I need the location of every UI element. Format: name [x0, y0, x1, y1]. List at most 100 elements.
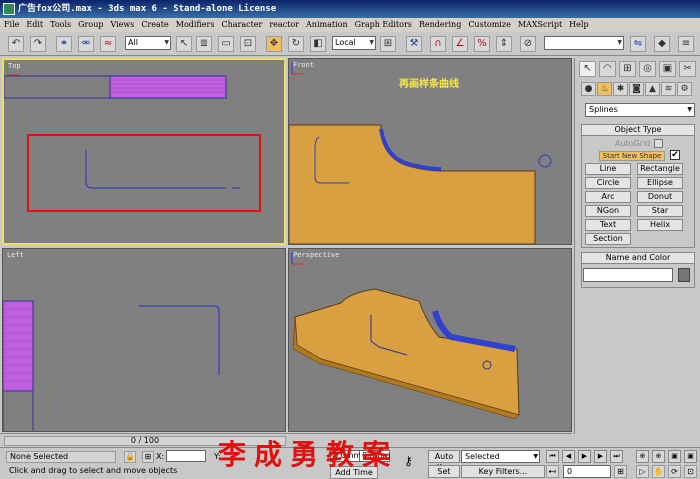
percent-snap-icon[interactable]: %: [474, 36, 490, 52]
reference-coordinate-dropdown[interactable]: Local: [332, 36, 376, 50]
object-color-swatch[interactable]: [678, 268, 690, 282]
star-button[interactable]: Star: [637, 205, 683, 217]
layer-manager-icon[interactable]: ≡: [678, 36, 694, 52]
line-button[interactable]: Line: [585, 163, 631, 175]
zoom-extents-all-icon[interactable]: ▣: [684, 450, 697, 463]
pivot-center-icon[interactable]: ⊞: [380, 36, 396, 52]
display-tab-icon[interactable]: ▣: [659, 61, 676, 77]
motion-tab-icon[interactable]: ◎: [639, 61, 656, 77]
time-configuration-icon[interactable]: ⊞: [614, 465, 627, 478]
bind-to-space-warp-icon[interactable]: ≈: [100, 36, 116, 52]
selection-filter-dropdown[interactable]: All: [125, 36, 171, 50]
menu-create[interactable]: Create: [141, 18, 168, 32]
select-and-scale-icon[interactable]: ◧: [310, 36, 326, 52]
menu-group[interactable]: Group: [78, 18, 103, 32]
menu-animation[interactable]: Animation: [306, 18, 348, 32]
key-filters-button[interactable]: Key Filters...: [461, 465, 545, 478]
menu-file[interactable]: File: [4, 18, 19, 32]
viewport-left[interactable]: Left: [2, 248, 286, 432]
go-to-end-icon[interactable]: ⏭: [610, 450, 623, 463]
text-button[interactable]: Text: [585, 219, 631, 231]
maximize-viewport-icon[interactable]: ⊡: [684, 465, 697, 478]
circle-button[interactable]: Circle: [585, 177, 631, 189]
donut-button[interactable]: Donut: [637, 191, 683, 203]
menu-character[interactable]: Character: [221, 18, 262, 32]
zoom-icon[interactable]: ⊕: [636, 450, 649, 463]
key-mode-dropdown[interactable]: Selected: [461, 450, 540, 463]
pan-icon[interactable]: ✋: [652, 465, 665, 478]
play-icon[interactable]: ▶: [578, 450, 591, 463]
helpers-icon[interactable]: ▲: [645, 82, 660, 96]
select-and-move-icon[interactable]: ✥: [266, 36, 282, 52]
next-frame-icon[interactable]: ▶: [594, 450, 607, 463]
start-new-shape-button[interactable]: Start New Shape: [599, 151, 665, 161]
select-object-icon[interactable]: ↖: [176, 36, 192, 52]
menu-help[interactable]: Help: [569, 18, 588, 32]
spinner-snap-icon[interactable]: ⇕: [496, 36, 512, 52]
unlink-icon[interactable]: ⚮: [78, 36, 94, 52]
menu-modifiers[interactable]: Modifiers: [176, 18, 215, 32]
menu-graph-editors[interactable]: Graph Editors: [355, 18, 412, 32]
select-and-rotate-icon[interactable]: ↻: [288, 36, 304, 52]
field-of-view-icon[interactable]: ▷: [636, 465, 649, 478]
systems-icon[interactable]: ⚙: [677, 82, 692, 96]
create-tab-icon[interactable]: ↖: [579, 61, 596, 77]
named-selection-icon[interactable]: ⊘: [520, 36, 536, 52]
absolute-mode-icon[interactable]: ⊞: [142, 451, 154, 463]
window-crossing-icon[interactable]: ⊡: [240, 36, 256, 52]
snaps-toggle-icon[interactable]: ∩: [430, 36, 446, 52]
undo-icon[interactable]: ↶: [8, 36, 24, 52]
menu-reactor[interactable]: reactor: [269, 18, 299, 32]
space-warps-icon[interactable]: ≋: [661, 82, 676, 96]
section-button[interactable]: Section: [585, 233, 631, 245]
lock-selection-icon[interactable]: 🔒: [124, 451, 136, 463]
zoom-all-icon[interactable]: ⊕: [652, 450, 665, 463]
previous-frame-icon[interactable]: ◀: [562, 450, 575, 463]
hierarchy-tab-icon[interactable]: ⊞: [619, 61, 636, 77]
modify-tab-icon[interactable]: ◠: [599, 61, 616, 77]
arc-rotate-icon[interactable]: ⟳: [668, 465, 681, 478]
menu-tools[interactable]: Tools: [50, 18, 71, 32]
angle-snap-icon[interactable]: ∠: [452, 36, 468, 52]
start-new-shape-checkbox[interactable]: ✔: [670, 150, 680, 160]
zoom-extents-icon[interactable]: ▣: [668, 450, 681, 463]
arc-button[interactable]: Arc: [585, 191, 631, 203]
menu-views[interactable]: Views: [110, 18, 134, 32]
object-type-rollout-header[interactable]: Object Type: [581, 124, 695, 136]
go-to-start-icon[interactable]: ⏮: [546, 450, 559, 463]
utilities-tab-icon[interactable]: ✂: [679, 61, 696, 77]
autogrid-checkbox[interactable]: [654, 139, 663, 148]
menu-rendering[interactable]: Rendering: [419, 18, 461, 32]
select-by-name-icon[interactable]: ≣: [196, 36, 212, 52]
menu-customize[interactable]: Customize: [468, 18, 511, 32]
named-selection-sets-dropdown[interactable]: [544, 36, 624, 50]
set-key-button[interactable]: Set Key: [428, 465, 460, 479]
key-mode-toggle-icon[interactable]: ⊷: [546, 465, 559, 478]
object-name-field[interactable]: [583, 268, 673, 282]
shape-category-dropdown[interactable]: Splines: [585, 103, 695, 117]
viewport-perspective[interactable]: Perspective: [288, 248, 572, 432]
geometry-icon[interactable]: ●: [581, 82, 596, 96]
lights-icon[interactable]: ✱: [613, 82, 628, 96]
cameras-icon[interactable]: ◙: [629, 82, 644, 96]
select-and-manipulate-icon[interactable]: ⚒: [406, 36, 422, 52]
shapes-icon[interactable]: ♨: [597, 82, 612, 96]
ellipse-button[interactable]: Ellipse: [637, 177, 683, 189]
helix-button[interactable]: Helix: [637, 219, 683, 231]
select-and-link-icon[interactable]: ⚭: [56, 36, 72, 52]
redo-icon[interactable]: ↷: [30, 36, 46, 52]
x-coord-field[interactable]: [166, 450, 206, 462]
rectangle-button[interactable]: Rectangle: [637, 163, 683, 175]
menu-edit[interactable]: Edit: [26, 18, 43, 32]
viewport-front[interactable]: Front 再画样条曲线: [288, 58, 572, 245]
menu-bar: File Edit Tools Group Views Create Modif…: [0, 18, 700, 32]
mirror-icon[interactable]: ⇋: [630, 36, 646, 52]
name-and-color-rollout-header[interactable]: Name and Color: [581, 252, 695, 264]
current-frame-field[interactable]: 0: [563, 465, 611, 478]
menu-maxscript[interactable]: MAXScript: [518, 18, 562, 32]
auto-key-button[interactable]: Auto Key: [428, 450, 460, 472]
align-icon[interactable]: ◆: [654, 36, 670, 52]
rectangular-selection-icon[interactable]: ▭: [218, 36, 234, 52]
viewport-top[interactable]: Top: [2, 58, 286, 245]
ngon-button[interactable]: NGon: [585, 205, 631, 217]
